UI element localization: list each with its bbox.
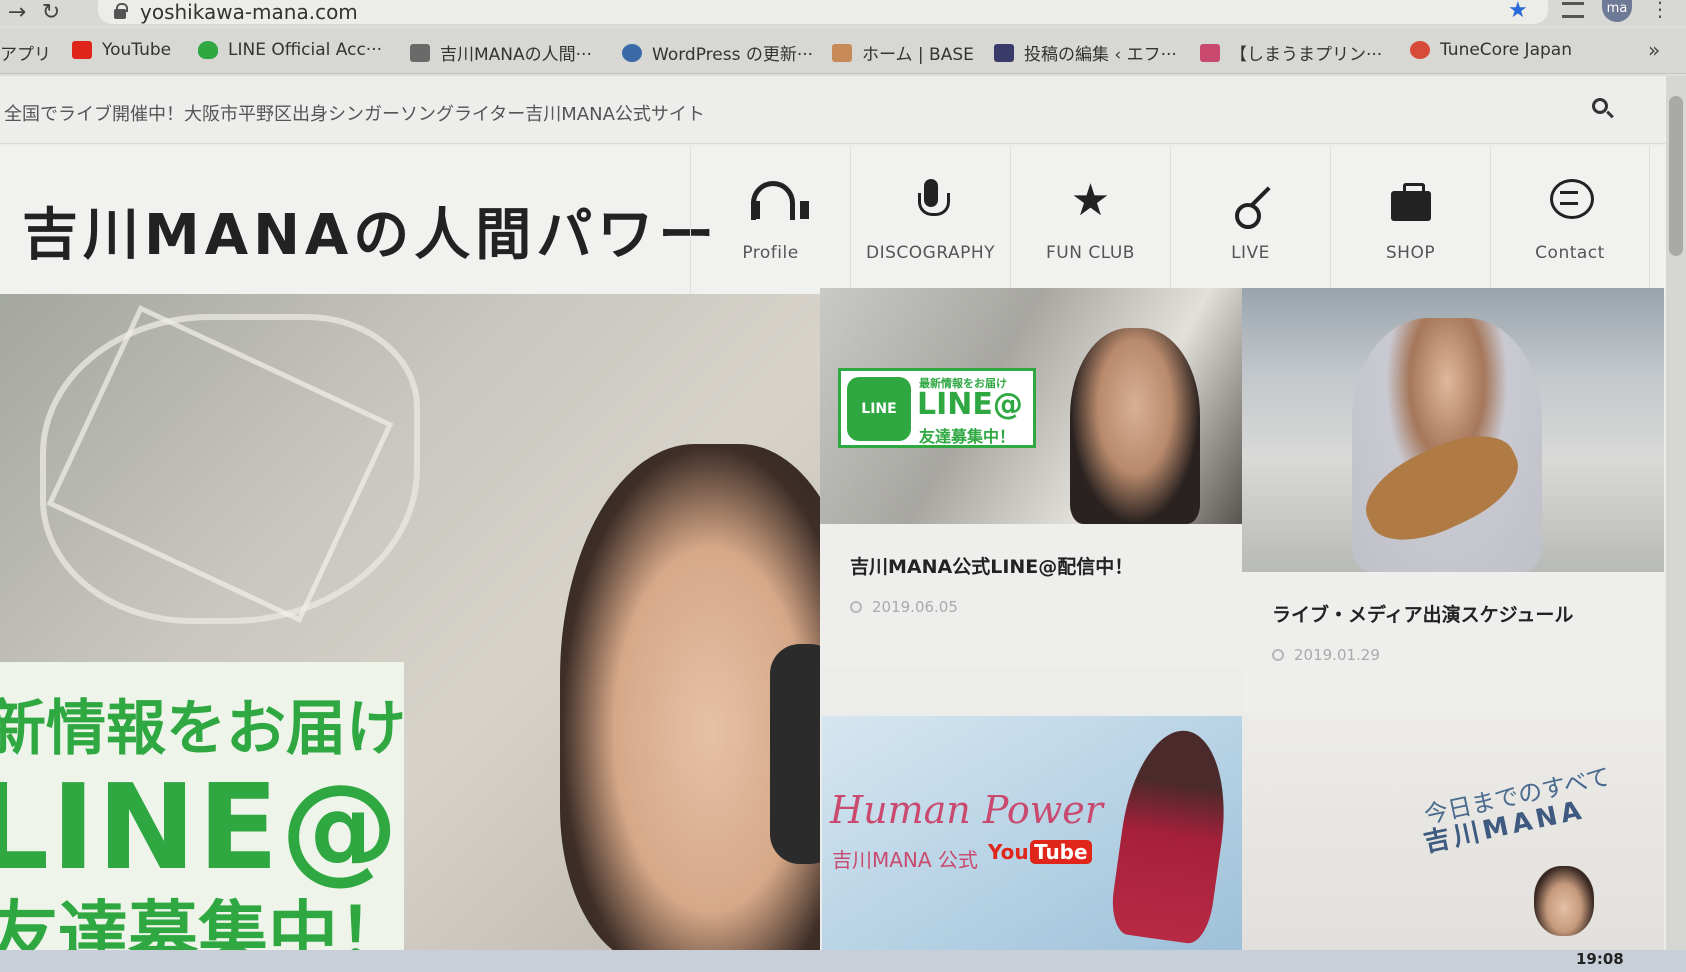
post-title[interactable]: 吉川MANA公式LINE@配信中！ (850, 552, 1133, 579)
post-thumbnail (1242, 288, 1664, 572)
nav-item-fun-club[interactable]: ★ FUN CLUB (1010, 146, 1170, 294)
url-text: yoshikawa-mana.com (140, 0, 358, 24)
scrollbar-thumb[interactable] (1669, 96, 1683, 256)
site-favicon (410, 43, 430, 62)
lock-icon[interactable] (114, 3, 128, 19)
post-thumbnail: LINE 最新情報をお届け LINE@ 友達募集中！ (820, 288, 1242, 524)
reload-icon[interactable]: ↻ (34, 0, 68, 26)
microphone-icon (907, 177, 955, 225)
base-icon (832, 43, 852, 62)
nav-label: Profile (742, 243, 799, 263)
nav-item-contact[interactable]: Contact (1490, 146, 1650, 294)
bookmark-label: 吉川MANAの人間··· (440, 45, 592, 65)
bookmark-label: 【しまうまプリン··· (1230, 45, 1383, 65)
search-icon[interactable] (1592, 98, 1608, 114)
bookmark-line-official[interactable]: LINE Official Acc··· (198, 40, 382, 60)
site-title[interactable]: 吉川MANAの人間パワー (22, 190, 719, 271)
bookmark-label: LINE Official Acc··· (228, 40, 383, 60)
shopping-bag-icon (1387, 177, 1435, 225)
web-page: 全国でライブ開催中！大阪市平野区出身シンガーソングライター吉川MANA公式サイト… (0, 76, 1666, 950)
bookmark-label: YouTube (102, 40, 172, 60)
bookmark-tunecore[interactable]: TuneCore Japan (1410, 40, 1572, 60)
nav-label: SHOP (1385, 243, 1436, 263)
hero-headphone-shape (770, 644, 820, 864)
bookmark-star-icon[interactable]: ★ (1508, 0, 1528, 22)
bookmark-base[interactable]: ホーム | BASE (832, 40, 974, 65)
hero-image[interactable]: 新情報をお届け LINE@ 友達募集中！ (0, 294, 820, 950)
bookmark-label: 投稿の編集 ‹ エフ··· (1024, 45, 1177, 65)
bookmark-label: アプリ (0, 45, 51, 65)
banner-title: Human Power (830, 788, 1103, 832)
post-date-text: 2019.01.29 (1294, 646, 1380, 664)
bookmarks-bar: アプリ YouTube LINE Official Acc··· 吉川MANAの… (0, 28, 1686, 74)
bookmark-label: ホーム | BASE (862, 45, 974, 65)
top-bar: 全国でライブ開催中！大阪市平野区出身シンガーソングライター吉川MANA公式サイト (0, 76, 1666, 144)
address-bar[interactable]: yoshikawa-mana.com (98, 0, 1548, 24)
tunecore-icon (1410, 41, 1430, 59)
wordpress-icon (622, 43, 642, 62)
youtube-you-text: You (988, 840, 1029, 864)
singer-photo (1070, 328, 1200, 524)
site-tagline: 全国でライブ開催中！大阪市平野区出身シンガーソングライター吉川MANA公式サイト (4, 104, 705, 125)
line-at-badge: LINE 最新情報をお届け LINE@ 友達募集中！ (838, 368, 1036, 448)
youtube-banner[interactable]: Human Power 吉川MANA 公式 You Tube (822, 716, 1242, 950)
singer-figure (1107, 724, 1237, 946)
bookmark-wordpress[interactable]: WordPress の更新··· (622, 40, 813, 65)
hero-banner-line3: 友達募集中！ (0, 893, 408, 950)
post-card-line[interactable]: LINE 最新情報をお届け LINE@ 友達募集中！ 吉川MANA公式LINE@… (820, 288, 1242, 668)
post-card-schedule[interactable]: ライブ・メディア出演スケジュール 2019.01.29 (1242, 288, 1664, 712)
youtube-icon (72, 41, 92, 59)
line-logo-icon: LINE (847, 377, 911, 441)
bookmark-label: WordPress の更新··· (652, 45, 814, 65)
hero-banner-line1: 新情報をお届け (0, 694, 406, 764)
taskbar: 19:08 (0, 950, 1686, 972)
nav-label: DISCOGRAPHY (866, 243, 995, 263)
post-date-text: 2019.06.05 (872, 598, 958, 616)
reading-list-icon[interactable] (1562, 2, 1584, 18)
post-date: 2019.01.29 (1272, 646, 1380, 664)
system-clock: 19:08 (1576, 950, 1624, 968)
badge-sub-text: 友達募集中！ (919, 427, 1016, 446)
youtube-logo-icon: Tube (1030, 840, 1092, 864)
bookmark-apps[interactable]: アプリ (0, 40, 51, 65)
banner-subtitle: 吉川MANA 公式 (832, 848, 978, 872)
star-icon: ★ (1070, 175, 1111, 226)
nav-label: FUN CLUB (1046, 243, 1135, 263)
bookmark-label: TuneCore Japan (1440, 40, 1572, 60)
clock-icon (850, 601, 862, 613)
guitar-icon (1227, 177, 1275, 229)
zebra-icon (1200, 43, 1220, 62)
nav-item-profile[interactable]: Profile (690, 146, 850, 294)
nav-item-discography[interactable]: DISCOGRAPHY (850, 146, 1010, 294)
bookmark-site[interactable]: 吉川MANAの人間··· (410, 40, 592, 65)
fm-icon (994, 43, 1014, 62)
main-nav: Profile DISCOGRAPHY ★ FUN CLUB LIVE SHOP… (690, 146, 1650, 294)
kebab-menu-icon[interactable]: ⋮ (1650, 0, 1670, 19)
post-title[interactable]: ライブ・メディア出演スケジュール (1272, 600, 1573, 627)
line-shield-icon (198, 41, 218, 59)
bookmark-shimauma[interactable]: 【しまうまプリン··· (1200, 40, 1382, 65)
hero-line-banner: 新情報をお届け LINE@ 友達募集中！ (0, 662, 408, 950)
nav-item-live[interactable]: LIVE (1170, 146, 1330, 294)
clock-icon (1272, 649, 1284, 661)
chat-bubble-icon (1546, 177, 1594, 225)
forward-arrow-icon[interactable]: → (0, 0, 34, 26)
bookmark-youtube[interactable]: YouTube (72, 40, 171, 60)
nav-label: LIVE (1231, 243, 1270, 263)
nav-label: Contact (1535, 243, 1605, 263)
bookmarks-overflow-icon[interactable]: » (1648, 38, 1660, 62)
badge-big-text: LINE@ (917, 387, 1023, 422)
headphones-icon (747, 177, 809, 225)
nav-item-shop[interactable]: SHOP (1330, 146, 1490, 294)
post-date: 2019.06.05 (850, 598, 958, 616)
site-header: 吉川MANAの人間パワー Profile DISCOGRAPHY ★ FUN C… (0, 146, 1666, 294)
hero-banner-line2: LINE@ (0, 758, 401, 896)
album-banner[interactable]: 今日までのすべて 吉川MANA (1242, 716, 1664, 950)
bookmark-post-edit[interactable]: 投稿の編集 ‹ エフ··· (994, 40, 1177, 65)
singer-portrait (1534, 866, 1594, 936)
page-scrollbar[interactable] (1666, 76, 1686, 950)
